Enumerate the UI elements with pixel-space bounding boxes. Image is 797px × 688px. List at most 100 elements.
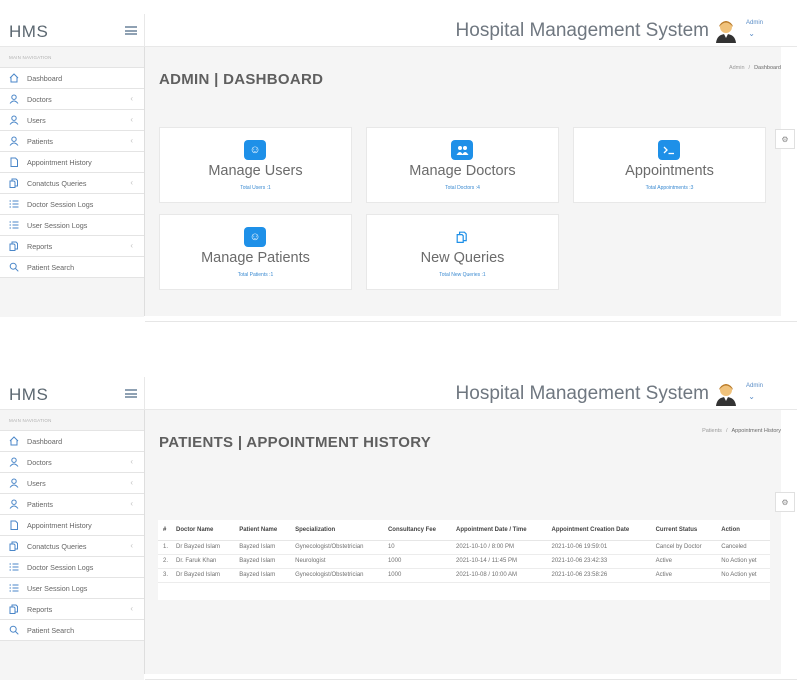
- chevron-left-icon: ‹: [130, 115, 133, 124]
- column-header: #: [158, 520, 173, 541]
- hamburger-menu-icon[interactable]: [125, 26, 137, 35]
- sidebar-item-label: Patient Search: [27, 625, 75, 635]
- table-cell: 2021-10-06 19:59:01: [547, 540, 652, 555]
- settings-gear-button[interactable]: ⚙: [775, 492, 795, 512]
- user-avatar-icon[interactable]: [715, 382, 737, 406]
- sidebar-item-label: Patients: [27, 136, 53, 146]
- chevron-left-icon: ‹: [130, 136, 133, 145]
- sidebar-item-label: User Session Logs: [27, 583, 88, 593]
- table-cell: Cancel by Doctor: [651, 540, 718, 555]
- smile-icon: ☺: [244, 227, 266, 247]
- files-icon: [5, 600, 23, 618]
- user-icon: [5, 495, 23, 513]
- card-count-link[interactable]: Total New Queries :1: [367, 272, 558, 278]
- column-header: Patient Name: [235, 520, 292, 541]
- brand-logo[interactable]: HMS: [9, 22, 48, 42]
- main-content: PATIENTS | APPOINTMENT HISTORY Patients /…: [145, 410, 797, 680]
- hamburger-menu-icon[interactable]: [125, 389, 137, 398]
- brand-logo[interactable]: HMS: [9, 385, 48, 405]
- sidebar-filler: [0, 277, 144, 317]
- table-cell: 2021-10-10 / 8:00 PM: [452, 540, 548, 555]
- sidebar-item-users[interactable]: Users ‹: [0, 472, 144, 493]
- sidebar-item-label: Reports: [27, 241, 53, 251]
- card-count-link[interactable]: Total Appointments :3: [574, 185, 765, 191]
- sidebar-item-user-session-logs[interactable]: User Session Logs: [0, 577, 144, 598]
- sidebar-item-reports[interactable]: Reports ‹: [0, 235, 144, 256]
- chevron-down-icon[interactable]: ⌄: [748, 392, 755, 401]
- home-icon: [5, 432, 23, 450]
- chevron-down-icon[interactable]: ⌄: [748, 29, 755, 38]
- table-cell: 10: [383, 540, 453, 555]
- users-icon: [451, 140, 473, 160]
- table-cell: Active: [651, 554, 718, 569]
- table-cell: 1.: [158, 540, 173, 555]
- user-icon: [5, 474, 23, 492]
- sidebar-item-doctors[interactable]: Doctors ‹: [0, 88, 144, 109]
- user-icon: [5, 111, 23, 129]
- gear-icon: ⚙: [781, 497, 789, 507]
- sidebar-item-label: User Session Logs: [27, 220, 88, 230]
- sidebar-item-doctor-session-logs[interactable]: Doctor Session Logs: [0, 556, 144, 577]
- file-icon: [5, 153, 23, 171]
- settings-gear-button[interactable]: ⚙: [775, 129, 795, 149]
- table-cell: 2021-10-08 / 10:00 AM: [452, 568, 548, 583]
- card-title: New Queries: [420, 250, 505, 266]
- column-header: Appointment Creation Date: [547, 520, 652, 541]
- sidebar: MAIN NAVIGATION Dashboard Doctors ‹ User…: [0, 410, 145, 680]
- breadcrumb-separator: /: [725, 428, 728, 434]
- table-cell: Dr Bayzed Islam: [172, 540, 236, 555]
- table-cell: 2021-10-06 23:58:26: [547, 568, 652, 583]
- user-avatar-icon[interactable]: [715, 19, 737, 43]
- sidebar-item-doctor-session-logs[interactable]: Doctor Session Logs: [0, 193, 144, 214]
- list-icon: [5, 216, 23, 234]
- chevron-left-icon: ‹: [130, 604, 133, 613]
- sidebar-item-doctors[interactable]: Doctors ‹: [0, 451, 144, 472]
- sidebar-item-patients[interactable]: Patients ‹: [0, 493, 144, 514]
- page-title: PATIENTS | APPOINTMENT HISTORY: [159, 434, 432, 451]
- page-title: ADMIN | DASHBOARD: [159, 71, 324, 88]
- sidebar-item-reports[interactable]: Reports ‹: [0, 598, 144, 619]
- terminal-icon: [658, 140, 680, 160]
- chevron-left-icon: ‹: [130, 541, 133, 550]
- app-title: Hospital Management System: [455, 20, 709, 41]
- user-name[interactable]: Admin: [746, 383, 763, 389]
- card-appointments[interactable]: Appointments Total Appointments :3: [573, 127, 766, 203]
- table-cell: Active: [651, 568, 718, 583]
- top-navbar: Hospital Management System Admin ⌄: [145, 377, 797, 410]
- sidebar-item-appointment-history[interactable]: Appointment History: [0, 151, 144, 172]
- chevron-left-icon: ‹: [130, 178, 133, 187]
- sidebar-item-users[interactable]: Users ‹: [0, 109, 144, 130]
- breadcrumb-parent[interactable]: Patients: [702, 428, 722, 434]
- sidebar-item-patients[interactable]: Patients ‹: [0, 130, 144, 151]
- user-name[interactable]: Admin: [746, 20, 763, 26]
- card-count-link[interactable]: Total Users :1: [160, 185, 351, 191]
- sidebar-item-appointment-history[interactable]: Appointment History: [0, 514, 144, 535]
- sidebar-item-label: Doctors: [27, 457, 52, 467]
- sidebar-item-label: Doctor Session Logs: [27, 199, 94, 209]
- smile-icon: ☺: [244, 140, 266, 160]
- table-row: 1. Dr Bayzed Islam Bayzed Islam Gynecolo…: [158, 540, 770, 555]
- user-icon: [5, 453, 23, 471]
- sidebar-item-label: Dashboard: [27, 436, 63, 446]
- column-header: Action: [717, 520, 770, 541]
- sidebar-item-dashboard[interactable]: Dashboard: [0, 67, 144, 88]
- card-manage-users[interactable]: ☺ Manage Users Total Users :1: [159, 127, 352, 203]
- card-title: Manage Doctors: [409, 163, 516, 179]
- sidebar-item-contactus-queries[interactable]: Conatctus Queries ‹: [0, 172, 144, 193]
- sidebar-item-contactus-queries[interactable]: Conatctus Queries ‹: [0, 535, 144, 556]
- list-icon: [5, 579, 23, 597]
- sidebar-item-dashboard[interactable]: Dashboard: [0, 430, 144, 451]
- sidebar-item-patient-search[interactable]: Patient Search: [0, 256, 144, 277]
- card-manage-patients[interactable]: ☺ Manage Patients Total Patients :1: [159, 214, 352, 290]
- dashboard-screen: HMS Hospital Management System Admin ⌄ M…: [0, 14, 797, 330]
- sidebar-item-patient-search[interactable]: Patient Search: [0, 619, 144, 640]
- table-header-row: # Doctor Name Patient Name Specializatio…: [158, 520, 770, 541]
- card-new-queries[interactable]: New Queries Total New Queries :1: [366, 214, 559, 290]
- breadcrumb-parent[interactable]: Admin: [729, 65, 745, 71]
- card-count-link[interactable]: Total Patients :1: [160, 272, 351, 278]
- column-header: Doctor Name: [172, 520, 236, 541]
- card-count-link[interactable]: Total Doctors :4: [367, 185, 558, 191]
- sidebar-item-user-session-logs[interactable]: User Session Logs: [0, 214, 144, 235]
- card-manage-doctors[interactable]: Manage Doctors Total Doctors :4: [366, 127, 559, 203]
- list-icon: [5, 558, 23, 576]
